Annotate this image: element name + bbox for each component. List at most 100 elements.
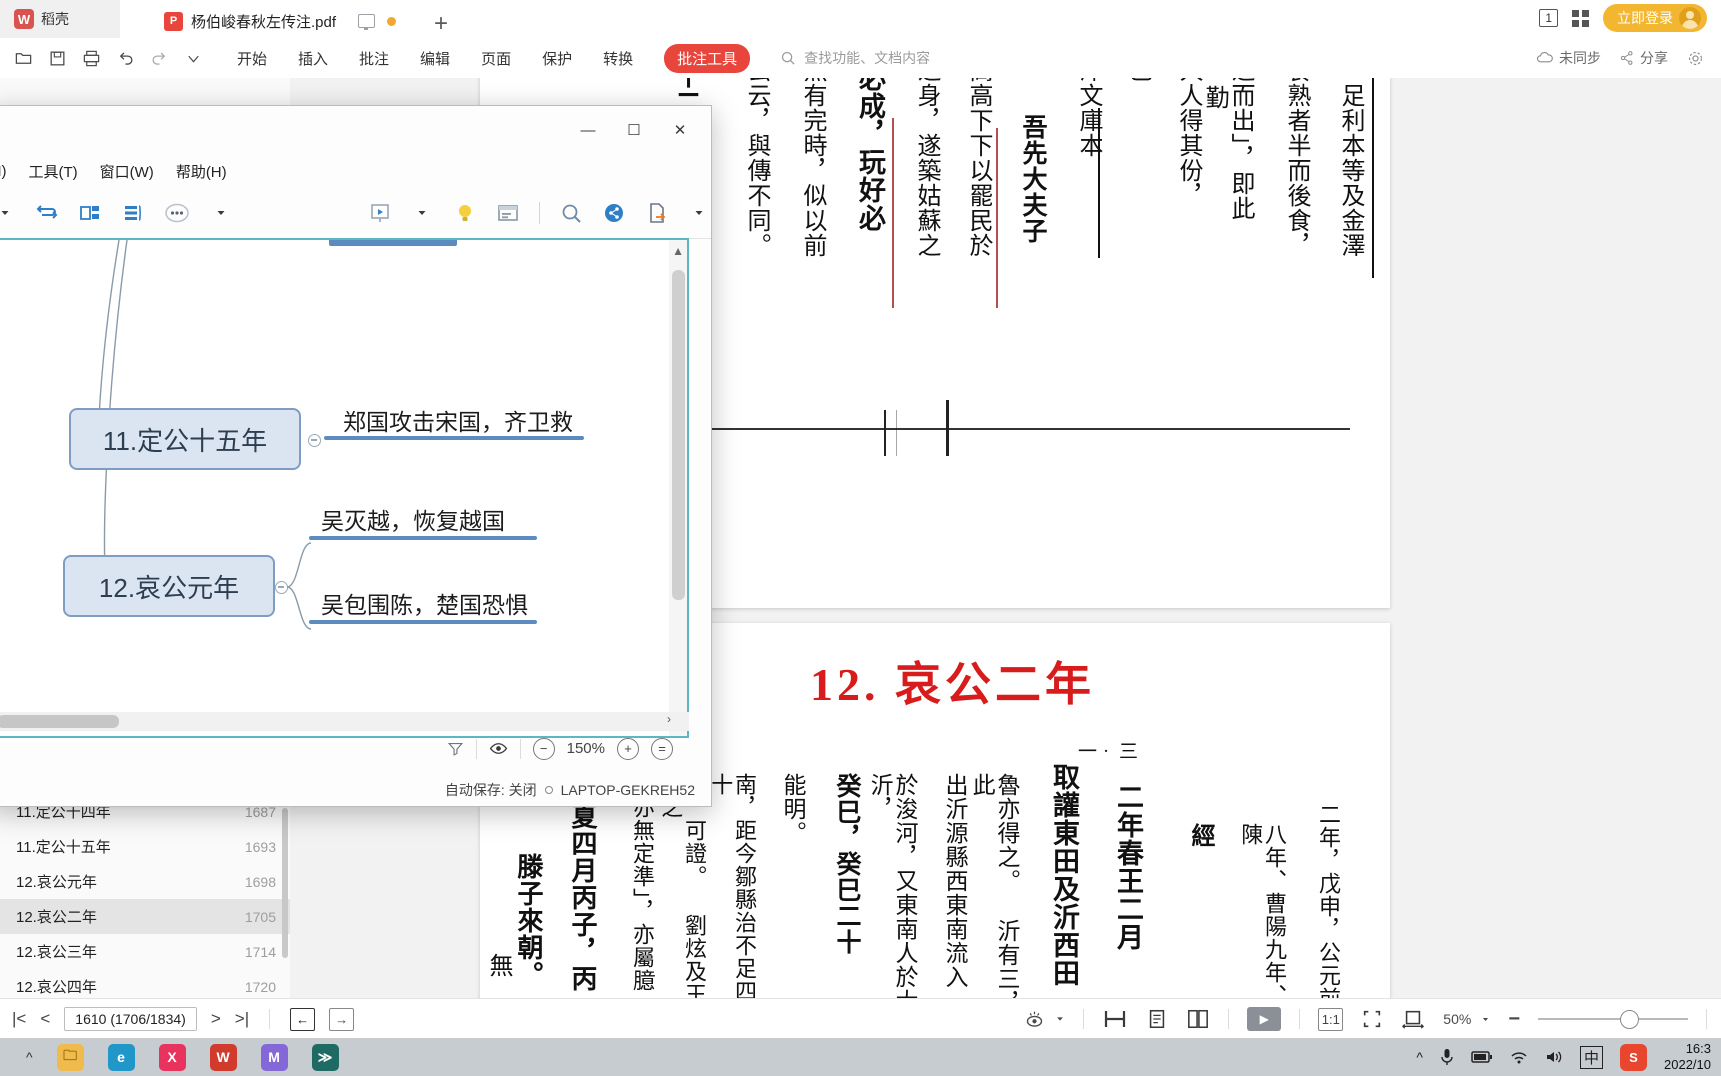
minimize-button[interactable]: — <box>565 113 611 147</box>
navigate-back-button[interactable]: ← <box>290 1007 316 1031</box>
fit-width-icon[interactable] <box>1401 1008 1425 1030</box>
ribbon-tab-insert[interactable]: 插入 <box>298 48 328 69</box>
swap-arrows-icon[interactable] <box>35 200 59 226</box>
wifi-icon[interactable] <box>1510 1050 1528 1065</box>
chevron-down-icon[interactable] <box>184 49 203 68</box>
battery-icon[interactable] <box>1471 1050 1493 1064</box>
page-number-input[interactable]: 1610 (1706/1834) <box>64 1007 197 1031</box>
presentation-icon[interactable] <box>368 200 392 226</box>
bookmark-item-5[interactable]: 12.哀公四年 1720 <box>0 969 290 998</box>
chevron-down-icon[interactable] <box>0 200 16 226</box>
mindmap-vertical-scrollbar[interactable]: ▲ ▼ <box>669 240 687 736</box>
bookmark-item-2[interactable]: 12.哀公元年 1698 <box>0 864 290 899</box>
tab-document[interactable]: P 杨伯峻春秋左传注.pdf <box>150 4 411 38</box>
new-tab-button[interactable]: + <box>434 10 448 38</box>
maximize-button[interactable]: ☐ <box>611 113 657 147</box>
taskbar-app-everything[interactable]: ≫ <box>311 1043 339 1071</box>
layout-icon[interactable] <box>78 200 102 226</box>
sync-status[interactable]: 未同步 <box>1536 48 1601 68</box>
window-count-badge[interactable]: 1 <box>1539 9 1558 27</box>
mindmap-hscroll-thumb[interactable] <box>0 715 119 728</box>
share-button[interactable]: 分享 <box>1619 48 1668 68</box>
taskbar-app-file-explorer[interactable]: 🗀 <box>56 1043 84 1071</box>
ribbon-tab-comment[interactable]: 批注 <box>359 48 389 69</box>
menu-item-tools[interactable]: 工具(T) <box>29 161 78 182</box>
taskbar-app-edge[interactable]: e <box>107 1043 135 1071</box>
continuous-scroll-icon[interactable] <box>1102 1008 1128 1030</box>
read-mode-control[interactable] <box>1024 1009 1065 1030</box>
microphone-icon[interactable] <box>1440 1047 1454 1067</box>
chevron-down-icon-2[interactable] <box>209 200 232 226</box>
more-options-icon[interactable] <box>164 200 190 226</box>
ribbon-tab-annotation-tools[interactable]: 批注工具 <box>664 43 751 73</box>
ribbon-tab-edit[interactable]: 编辑 <box>420 48 450 69</box>
tab-docer[interactable]: W 稻壳 <box>0 0 120 38</box>
bookmark-item-3-selected[interactable]: 12.哀公二年 1705 <box>0 899 290 934</box>
ribbon-tab-protect[interactable]: 保护 <box>542 48 572 69</box>
ribbon-tab-convert[interactable]: 转换 <box>603 48 633 69</box>
taskbar-clock[interactable]: 16:3 2022/10 <box>1664 1041 1711 1074</box>
filter-icon[interactable] <box>447 740 464 757</box>
mindmap-collapse-toggle-1[interactable] <box>308 434 321 447</box>
taskbar-app-xmind[interactable]: X <box>158 1043 186 1071</box>
search-box[interactable]: 查找功能、文档内容 <box>780 48 930 68</box>
taskbar-overflow-icon[interactable]: ^ <box>26 1049 33 1065</box>
eye-icon[interactable] <box>489 739 508 758</box>
mindmap-node-11[interactable]: 11.定公十五年 <box>69 408 301 470</box>
single-page-icon[interactable] <box>1146 1008 1168 1030</box>
two-page-icon[interactable] <box>1186 1008 1210 1030</box>
fit-to-window-button[interactable]: = <box>651 737 673 760</box>
save-icon[interactable] <box>48 49 67 68</box>
last-page-button[interactable]: >| <box>235 1009 249 1029</box>
next-page-button[interactable]: > <box>211 1009 221 1029</box>
zoom-dropdown[interactable]: 50% <box>1443 1011 1490 1027</box>
slideshow-button[interactable]: ▶ <box>1247 1007 1282 1031</box>
navigate-forward-button[interactable]: → <box>329 1007 355 1031</box>
zoom-in-button[interactable]: + <box>617 737 639 760</box>
notes-panel-icon[interactable] <box>496 200 520 226</box>
taskbar-app-wps[interactable]: W <box>209 1043 237 1071</box>
outline-icon[interactable] <box>121 200 145 226</box>
apps-grid-icon[interactable] <box>1572 9 1589 27</box>
mindmap-titlebar[interactable]: — ☐ ✕ <box>0 106 711 154</box>
chevron-down-icon-3[interactable] <box>411 200 434 226</box>
zoom-out-button[interactable]: − <box>532 737 555 760</box>
mindmap-window[interactable]: — ☐ ✕ M) 工具(T) 窗口(W) 帮助(H) <box>0 105 712 807</box>
menu-item-truncated[interactable]: M) <box>0 163 7 180</box>
login-button[interactable]: 立即登录 <box>1603 4 1707 32</box>
undo-icon[interactable] <box>116 49 135 68</box>
prev-page-button[interactable]: < <box>40 1009 50 1029</box>
scroll-right-icon[interactable]: › <box>667 712 671 726</box>
ribbon-tab-page[interactable]: 页面 <box>481 48 511 69</box>
mindmap-node-12[interactable]: 12.哀公元年 <box>63 555 275 617</box>
lightbulb-icon[interactable] <box>453 200 477 226</box>
menu-item-help[interactable]: 帮助(H) <box>176 161 227 182</box>
sogou-input-icon[interactable]: S <box>1620 1043 1647 1071</box>
fit-page-icon[interactable] <box>1361 1008 1383 1030</box>
taskbar-app-marginnote[interactable]: M <box>260 1043 288 1071</box>
export-icon[interactable] <box>645 200 669 226</box>
mindmap-canvas[interactable]: 11.定公十五年 郑国攻击宋国，齐卫救 12.哀公元年 吴灭越，恢复越国 吴包围… <box>0 238 689 738</box>
zoom-slider[interactable] <box>1538 1010 1688 1029</box>
gear-icon[interactable] <box>1686 49 1705 68</box>
open-folder-icon[interactable] <box>14 49 33 68</box>
presentation-icon[interactable] <box>358 14 376 30</box>
close-button[interactable]: ✕ <box>657 113 703 147</box>
menu-item-window[interactable]: 窗口(W) <box>100 161 154 182</box>
zoom-search-icon[interactable] <box>559 200 583 226</box>
redo-icon[interactable] <box>150 49 169 68</box>
chevron-down-icon-4[interactable] <box>688 200 711 226</box>
first-page-button[interactable]: |< <box>12 1009 26 1029</box>
mindmap-zoom-level[interactable]: 150% <box>567 740 605 757</box>
mindmap-vscroll-thumb[interactable] <box>672 270 685 600</box>
bookmark-item-1[interactable]: 11.定公十五年 1693 <box>0 829 290 864</box>
bookmark-item-4[interactable]: 12.哀公三年 1714 <box>0 934 290 969</box>
tray-expand-icon[interactable]: ^ <box>1416 1049 1423 1065</box>
bookmark-scrollbar[interactable] <box>282 808 288 958</box>
zoom-decrease-button[interactable]: − <box>1508 1008 1520 1031</box>
ime-chinese-icon[interactable]: 中 <box>1579 1045 1603 1069</box>
volume-icon[interactable] <box>1545 1049 1563 1065</box>
ribbon-tab-start[interactable]: 开始 <box>237 48 267 69</box>
scroll-up-icon[interactable]: ▲ <box>672 244 684 258</box>
share-icon[interactable] <box>602 200 626 226</box>
